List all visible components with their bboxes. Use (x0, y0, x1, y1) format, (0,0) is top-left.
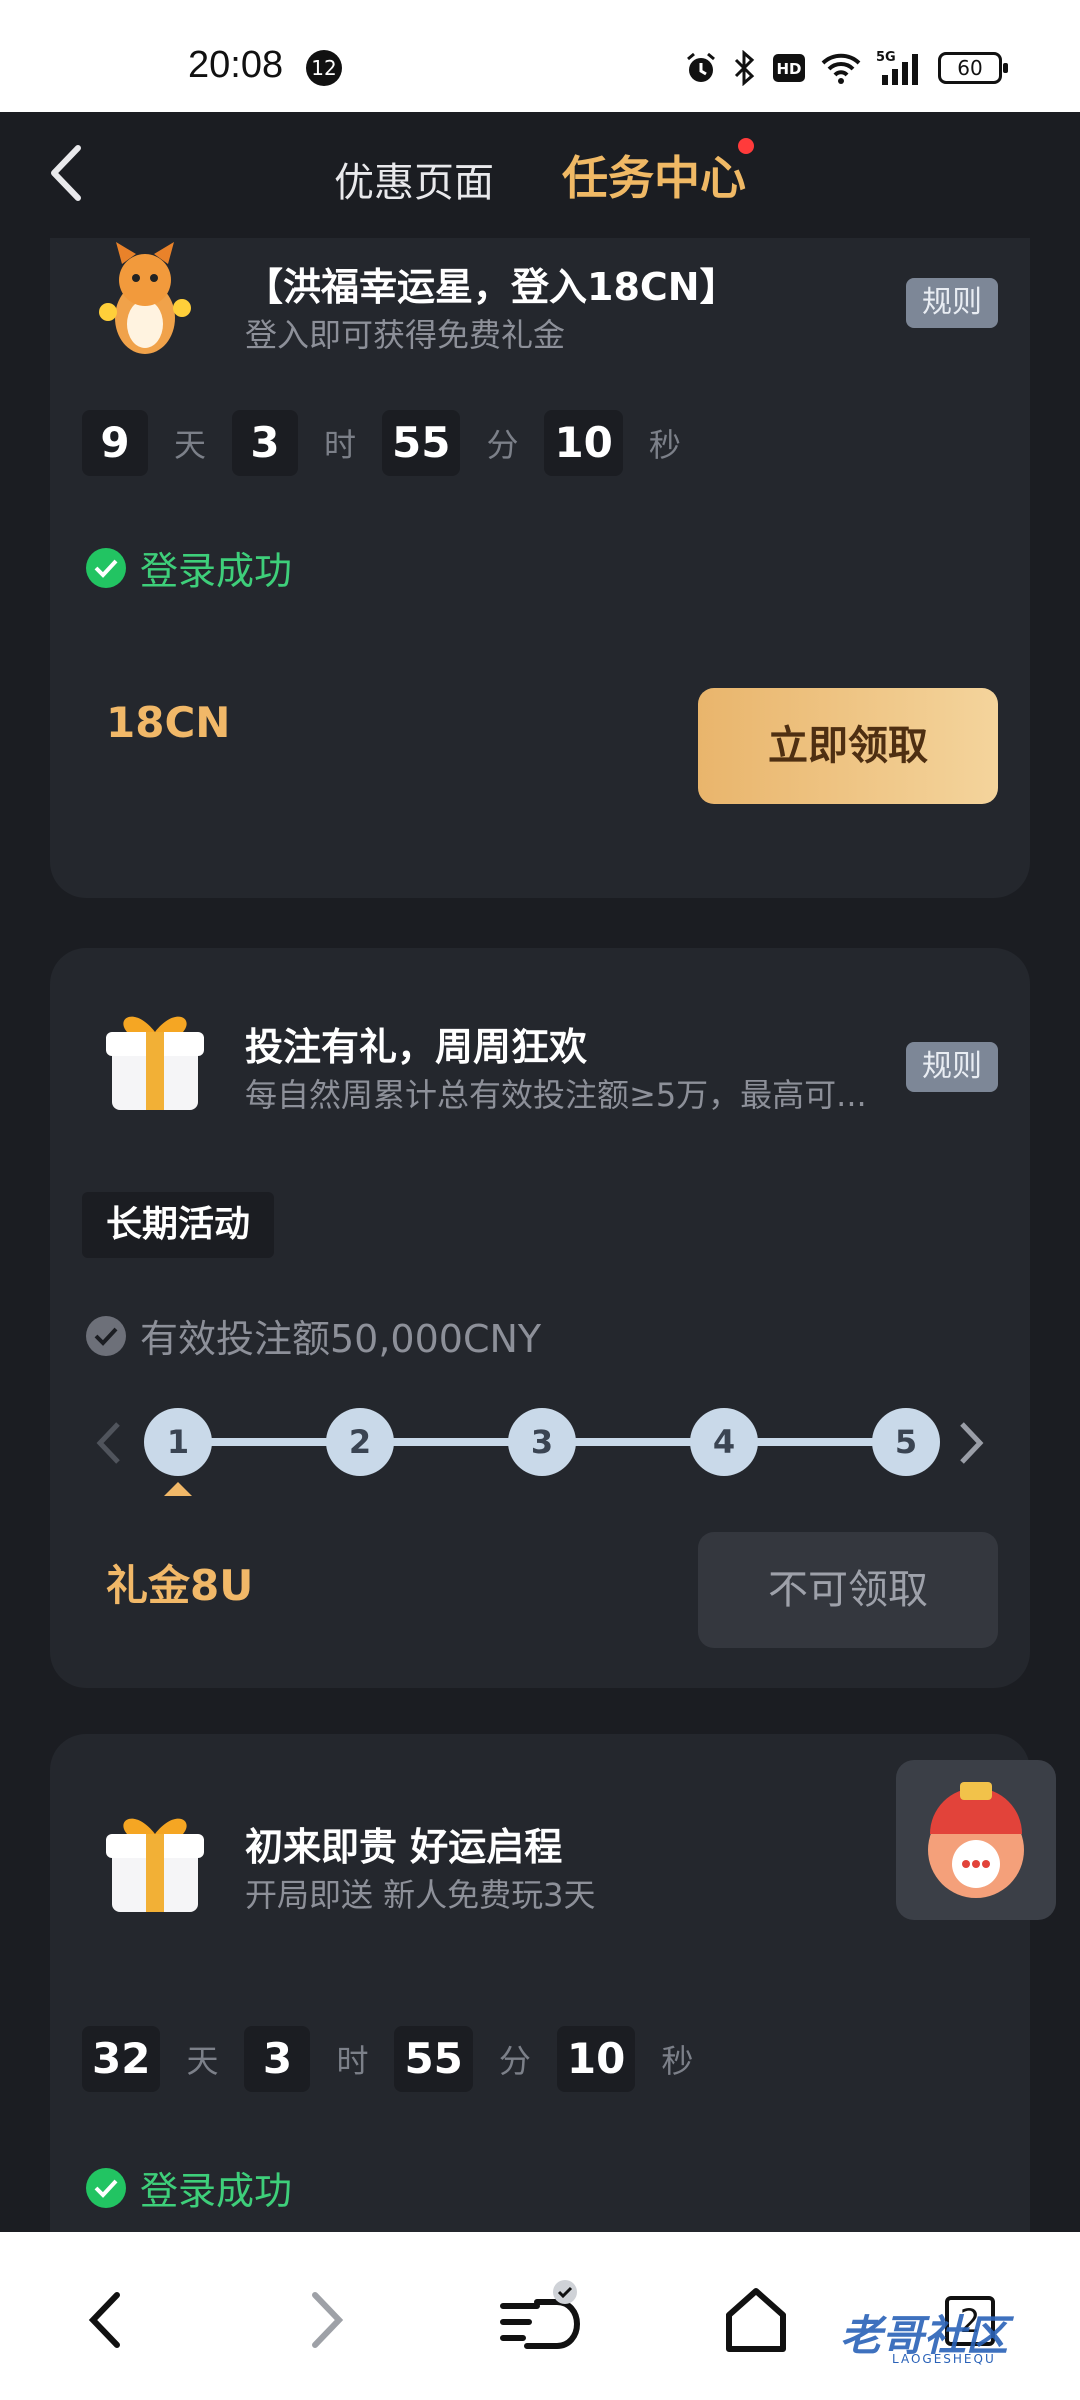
countdown-seconds-unit: 秒 (648, 426, 681, 464)
browser-bottom-nav: 2 老哥社区 LAOGESHEQU (0, 2232, 1080, 2400)
task-card-newcomer: 初来即贵 好运启程 开局即送 新人免费玩3天 32 天 3 时 55 分 10 … (50, 1734, 1030, 2232)
app-root: 20:08 12 HD 5G 60 优惠页面 任务中心 【洪福幸运星，登入18C… (0, 0, 1080, 2400)
rules-button[interactable]: 规则 (906, 278, 998, 328)
task-list[interactable]: 【洪福幸运星，登入18CN】 登入即可获得免费礼金 规则 9 天 3 时 55 … (0, 238, 1080, 2232)
cellular-signal-icon: 5G (876, 50, 918, 85)
svg-text:HD: HD (776, 60, 801, 78)
menu-badge-icon (500, 2280, 581, 2349)
nav-back-button[interactable] (56, 2270, 156, 2370)
countdown-timer: 32 天 3 时 55 分 10 秒 (82, 2026, 719, 2092)
status-text: 登录成功 (140, 2169, 293, 2213)
card-title: 投注有礼，周周狂欢 (245, 1025, 588, 1069)
countdown-minutes: 55 (382, 410, 461, 476)
status-time: 20:08 (188, 44, 284, 86)
claim-now-button[interactable]: 立即领取 (698, 688, 998, 804)
gift-box-icon (100, 998, 210, 1118)
home-icon (726, 2288, 786, 2352)
login-status: 登录成功 (86, 540, 292, 595)
rules-button[interactable]: 规则 (906, 1042, 998, 1092)
customer-service-button[interactable] (896, 1760, 1056, 1920)
card-title: 【洪福幸运星，登入18CN】 (245, 265, 738, 309)
countdown-minutes-unit: 分 (498, 2042, 531, 2080)
countdown-hours: 3 (232, 410, 298, 476)
status-bar: 20:08 12 HD 5G 60 (0, 0, 1080, 112)
task-card-weekly-bet: 投注有礼，周周狂欢 每自然周累计总有效投注额≥5万，最高可... 规则 长期活动… (50, 948, 1030, 1688)
check-circle-icon (86, 1315, 126, 1356)
countdown-days: 32 (82, 2026, 161, 2092)
nav-menu-button[interactable] (490, 2270, 590, 2370)
check-circle-icon (86, 2167, 126, 2208)
chevron-right-icon[interactable] (950, 1418, 990, 1468)
tier-step[interactable]: 3 (508, 1408, 576, 1476)
tier-stepper: 1 2 3 4 5 (90, 1384, 990, 1504)
tab-promotions[interactable]: 优惠页面 (334, 150, 494, 208)
alarm-icon (687, 52, 715, 82)
bluetooth-icon (734, 50, 755, 86)
chevron-right-icon (312, 2292, 344, 2348)
countdown-minutes: 55 (394, 2026, 473, 2092)
login-status: 登录成功 (86, 2160, 292, 2215)
reward-amount: 18CN (106, 698, 231, 747)
not-claimable-button[interactable]: 不可领取 (698, 1532, 998, 1648)
nav-home-button[interactable] (706, 2270, 806, 2370)
tier-step[interactable]: 1 (144, 1408, 212, 1476)
tier-step[interactable]: 5 (872, 1408, 940, 1476)
status-text: 登录成功 (140, 549, 293, 593)
hd-icon: HD (773, 54, 805, 82)
nav-forward-button[interactable] (276, 2270, 376, 2370)
condition-text: 有效投注额50,000CNY (140, 1317, 542, 1361)
notification-dot (738, 138, 754, 154)
support-mascot-icon (928, 1782, 1024, 1898)
card-subtitle: 每自然周累计总有效投注额≥5万，最高可... (245, 1076, 867, 1114)
countdown-minutes-unit: 分 (486, 426, 519, 464)
chevron-left-icon (88, 2292, 120, 2348)
task-card-lucky-star: 【洪福幸运星，登入18CN】 登入即可获得免费礼金 规则 9 天 3 时 55 … (50, 238, 1030, 898)
svg-text:5G: 5G (876, 50, 896, 65)
countdown-days-unit: 天 (173, 426, 206, 464)
tier-step[interactable]: 2 (326, 1408, 394, 1476)
chevron-left-icon[interactable] (90, 1418, 130, 1468)
countdown-seconds: 10 (556, 2026, 636, 2092)
fox-mascot-icon (90, 238, 200, 358)
countdown-hours-unit: 时 (323, 426, 356, 464)
countdown-days: 9 (82, 410, 148, 476)
chevron-left-icon (51, 145, 81, 201)
countdown-days-unit: 天 (186, 2042, 219, 2080)
top-header: 优惠页面 任务中心 (0, 112, 1080, 238)
countdown-timer: 9 天 3 时 55 分 10 秒 (82, 410, 707, 476)
bet-condition: 有效投注额50,000CNY (86, 1308, 541, 1363)
countdown-seconds: 10 (544, 410, 623, 476)
tier-step[interactable]: 4 (690, 1408, 758, 1476)
back-button[interactable] (40, 138, 100, 208)
watermark-logo-sub: LAOGESHEQU (892, 2352, 996, 2366)
active-step-marker (164, 1482, 192, 1496)
reward-amount: 礼金8U (106, 1561, 254, 1610)
gift-box-icon (100, 1800, 210, 1920)
notification-count-badge: 12 (306, 50, 342, 86)
tab-task-center[interactable]: 任务中心 (562, 142, 746, 208)
wifi-icon (821, 53, 861, 84)
card-title: 初来即贵 好运启程 (245, 1825, 563, 1869)
battery-icon: 60 (938, 52, 1008, 84)
countdown-seconds-unit: 秒 (661, 2042, 694, 2080)
card-subtitle: 登入即可获得免费礼金 (245, 316, 566, 354)
card-subtitle: 开局即送 新人免费玩3天 (245, 1876, 596, 1914)
countdown-hours: 3 (244, 2026, 311, 2092)
status-icons: HD 5G 60 (684, 46, 1008, 90)
long-term-activity-tag: 长期活动 (82, 1192, 275, 1258)
check-circle-icon (86, 547, 126, 588)
countdown-hours-unit: 时 (336, 2042, 369, 2080)
